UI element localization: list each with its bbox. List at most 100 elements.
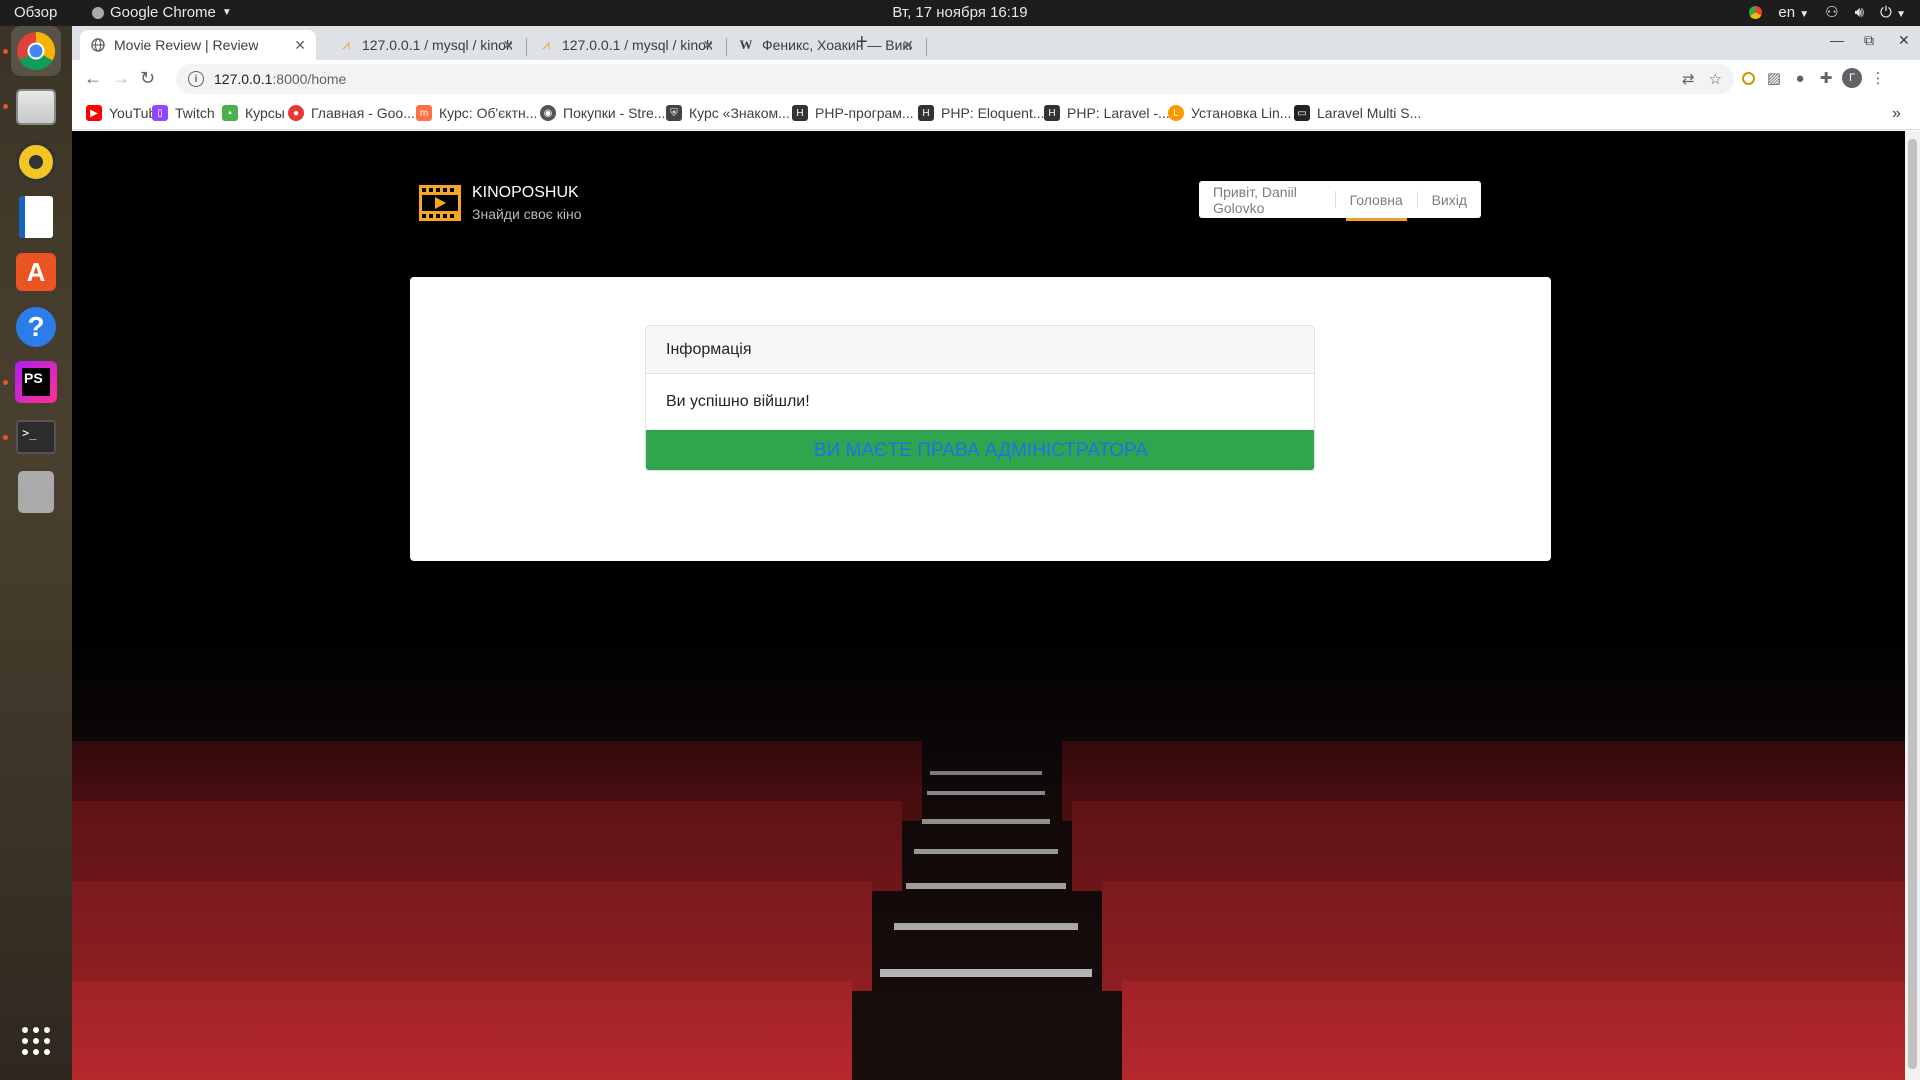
keyboard-layout[interactable]: en ▼ (1778, 4, 1809, 21)
bookmark-kurs-znakom[interactable]: ⛨ Курс «Знаком... (666, 105, 790, 121)
info-panel: Інформація Ви успішно війшли! Ви маєте п… (645, 325, 1315, 471)
forward-icon[interactable]: → (112, 68, 130, 89)
reload-icon[interactable]: ↻ (140, 68, 155, 89)
course-icon: m (416, 105, 432, 121)
running-indicator (3, 380, 8, 385)
bookmark-laravel-multi[interactable]: ▭ Laravel Multi S... (1294, 105, 1421, 121)
bookmarks-bar: ▶ YouTube ▯ Twitch ▪ Курсы ● Главная - Goo..… (72, 98, 1920, 130)
chrome-window: Movie Review | Review ✕ ⩘ 127.0.0.1 / my… (72, 26, 1920, 1080)
phpmyadmin-icon: ⩘ (342, 37, 350, 52)
page-scrollbar[interactable] (1905, 131, 1920, 1080)
scrollbar-thumb[interactable] (1908, 139, 1917, 1069)
bookmark-php-eloquent[interactable]: H PHP: Eloquent... (918, 105, 1045, 121)
app-menu-label: Google Chrome (110, 4, 216, 21)
hexlet-icon: H (918, 105, 934, 121)
bookmark-pokupki[interactable]: ◉ Покупки - Stre... (540, 105, 665, 121)
bookmark-php-laravel[interactable]: H PHP: Laravel -... (1044, 105, 1170, 121)
tab-strip: Movie Review | Review ✕ ⩘ 127.0.0.1 / my… (72, 26, 1920, 60)
video-icon: ▭ (1294, 105, 1310, 121)
page-viewport: KINOPOSHUK Знайди своє кіно Привіт, Dani… (72, 131, 1905, 1080)
bookmark-star-icon[interactable]: ☆ (1709, 70, 1722, 88)
wikipedia-icon: W (739, 37, 753, 52)
browser-toolbar: ← → ↻ i 127.0.0.1:8000/home ⇄ ☆ ▨ ● ✚ Г … (72, 60, 1920, 98)
hexlet-icon: H (792, 105, 808, 121)
tab-phpmyadmin-1[interactable]: ⩘ 127.0.0.1 / mysql / kinokur ✕ (328, 30, 524, 60)
bookmark-ustanovka[interactable]: L Установка Lin... (1168, 105, 1291, 121)
tab-title: 127.0.0.1 / mysql / kinokur (362, 37, 512, 53)
chrome-indicator-icon[interactable] (1749, 5, 1763, 19)
site-brand[interactable]: KINOPOSHUK Знайди своє кіно (418, 183, 582, 223)
bookmarks-overflow-button[interactable]: » (1892, 105, 1901, 123)
minimize-icon[interactable]: — (1830, 32, 1844, 48)
running-indicator (3, 104, 8, 109)
nav-home[interactable]: Головна (1336, 181, 1417, 221)
phpmyadmin-icon: ⩘ (542, 37, 550, 52)
help-dock-icon[interactable]: ? (11, 302, 61, 352)
close-icon[interactable]: ✕ (902, 37, 914, 54)
panel-header: Інформація (646, 326, 1314, 374)
menu-kebab-icon[interactable]: ⋮ (1868, 68, 1888, 88)
tab-phpmyadmin-2[interactable]: ⩘ 127.0.0.1 / mysql / kinokur ✕ (528, 30, 724, 60)
chrome-small-icon (92, 6, 104, 19)
extension-icon[interactable] (1738, 68, 1758, 88)
running-indicator (3, 49, 8, 54)
bookmark-kurs-oop[interactable]: m Курс: Об'єктн... (416, 105, 537, 121)
film-reel-icon (419, 185, 461, 221)
extension-circle-icon[interactable]: ● (1790, 68, 1810, 88)
twitch-icon: ▯ (152, 105, 168, 121)
network-icon[interactable]: ⚇ (1825, 3, 1838, 21)
software-dock-icon[interactable]: A (11, 247, 61, 297)
terminal-dock-icon[interactable]: >_ (11, 412, 61, 462)
close-icon[interactable]: ✕ (502, 37, 514, 54)
brand-subtitle: Знайди своє кіно (472, 206, 582, 222)
files-dock-icon[interactable] (11, 82, 61, 132)
usb-drive-dock-icon[interactable] (11, 467, 61, 517)
close-icon[interactable]: ✕ (702, 37, 714, 54)
google-icon: ● (288, 105, 304, 121)
writer-dock-icon[interactable] (11, 192, 61, 242)
tab-title: Movie Review | Review (114, 37, 259, 53)
app-menu[interactable]: Google Chrome ▼ (92, 4, 232, 21)
rhythmbox-dock-icon[interactable] (11, 137, 61, 187)
bookmark-php-program[interactable]: H PHP-програм... (792, 105, 914, 121)
content-card: Інформація Ви успішно війшли! Ви маєте п… (410, 277, 1551, 561)
chrome-dock-icon[interactable] (11, 26, 61, 76)
site-info-icon[interactable]: i (188, 71, 204, 87)
close-window-icon[interactable]: ✕ (1898, 32, 1910, 49)
login-success-message: Ви успішно війшли! (666, 393, 810, 410)
tab-movie-review[interactable]: Movie Review | Review ✕ (80, 30, 316, 60)
clock[interactable]: Вт, 17 ноября 16:19 (892, 4, 1027, 21)
restore-icon[interactable]: ⧉ (1864, 32, 1874, 49)
translate-icon[interactable]: ⇄ (1682, 70, 1695, 88)
store-icon: ◉ (540, 105, 556, 121)
power-icon[interactable]: ⏻ ▼ (1880, 4, 1906, 21)
url-host: 127.0.0.1 (214, 71, 273, 87)
brand-title: KINOPOSHUK (472, 184, 579, 201)
tab-separator (526, 38, 527, 56)
running-indicator (3, 435, 8, 440)
nav-greeting[interactable]: Привіт, Daniil Golovko (1199, 181, 1335, 218)
tab-separator (726, 38, 727, 56)
bookmark-google-home[interactable]: ● Главная - Goo... (288, 105, 415, 121)
nav-logout[interactable]: Вихід (1418, 181, 1481, 218)
globe-icon (90, 37, 106, 53)
show-apps-icon[interactable] (11, 1016, 61, 1066)
tab-wikipedia[interactable]: W Феникс, Хоакин — Википедия ✕ (728, 30, 924, 60)
close-icon[interactable]: ✕ (294, 37, 306, 54)
extensions-puzzle-icon[interactable]: ✚ (1816, 68, 1836, 88)
activities-button[interactable]: Обзор (14, 4, 57, 21)
hexlet-icon: H (1044, 105, 1060, 121)
profile-avatar[interactable]: Г (1842, 68, 1862, 88)
extension-gallery-icon[interactable]: ▨ (1764, 68, 1784, 88)
bookmark-kursy[interactable]: ▪ Курсы (222, 105, 285, 121)
url-path: :8000/home (272, 71, 347, 87)
new-tab-button[interactable]: + (856, 31, 868, 54)
address-bar[interactable]: i 127.0.0.1:8000/home ⇄ ☆ (176, 64, 1734, 94)
back-icon[interactable]: ← (84, 68, 102, 89)
phpstorm-dock-icon[interactable]: PS (11, 357, 61, 407)
shield-icon: ⛨ (666, 105, 682, 121)
system-top-bar: Обзор Google Chrome ▼ Вт, 17 ноября 16:1… (0, 0, 1920, 26)
system-tray[interactable]: en ▼ ⚇ 🔊︎ ⏻ ▼ (1749, 3, 1906, 21)
bookmark-twitch[interactable]: ▯ Twitch (152, 105, 215, 121)
volume-icon[interactable]: 🔊︎ (1855, 4, 1864, 21)
